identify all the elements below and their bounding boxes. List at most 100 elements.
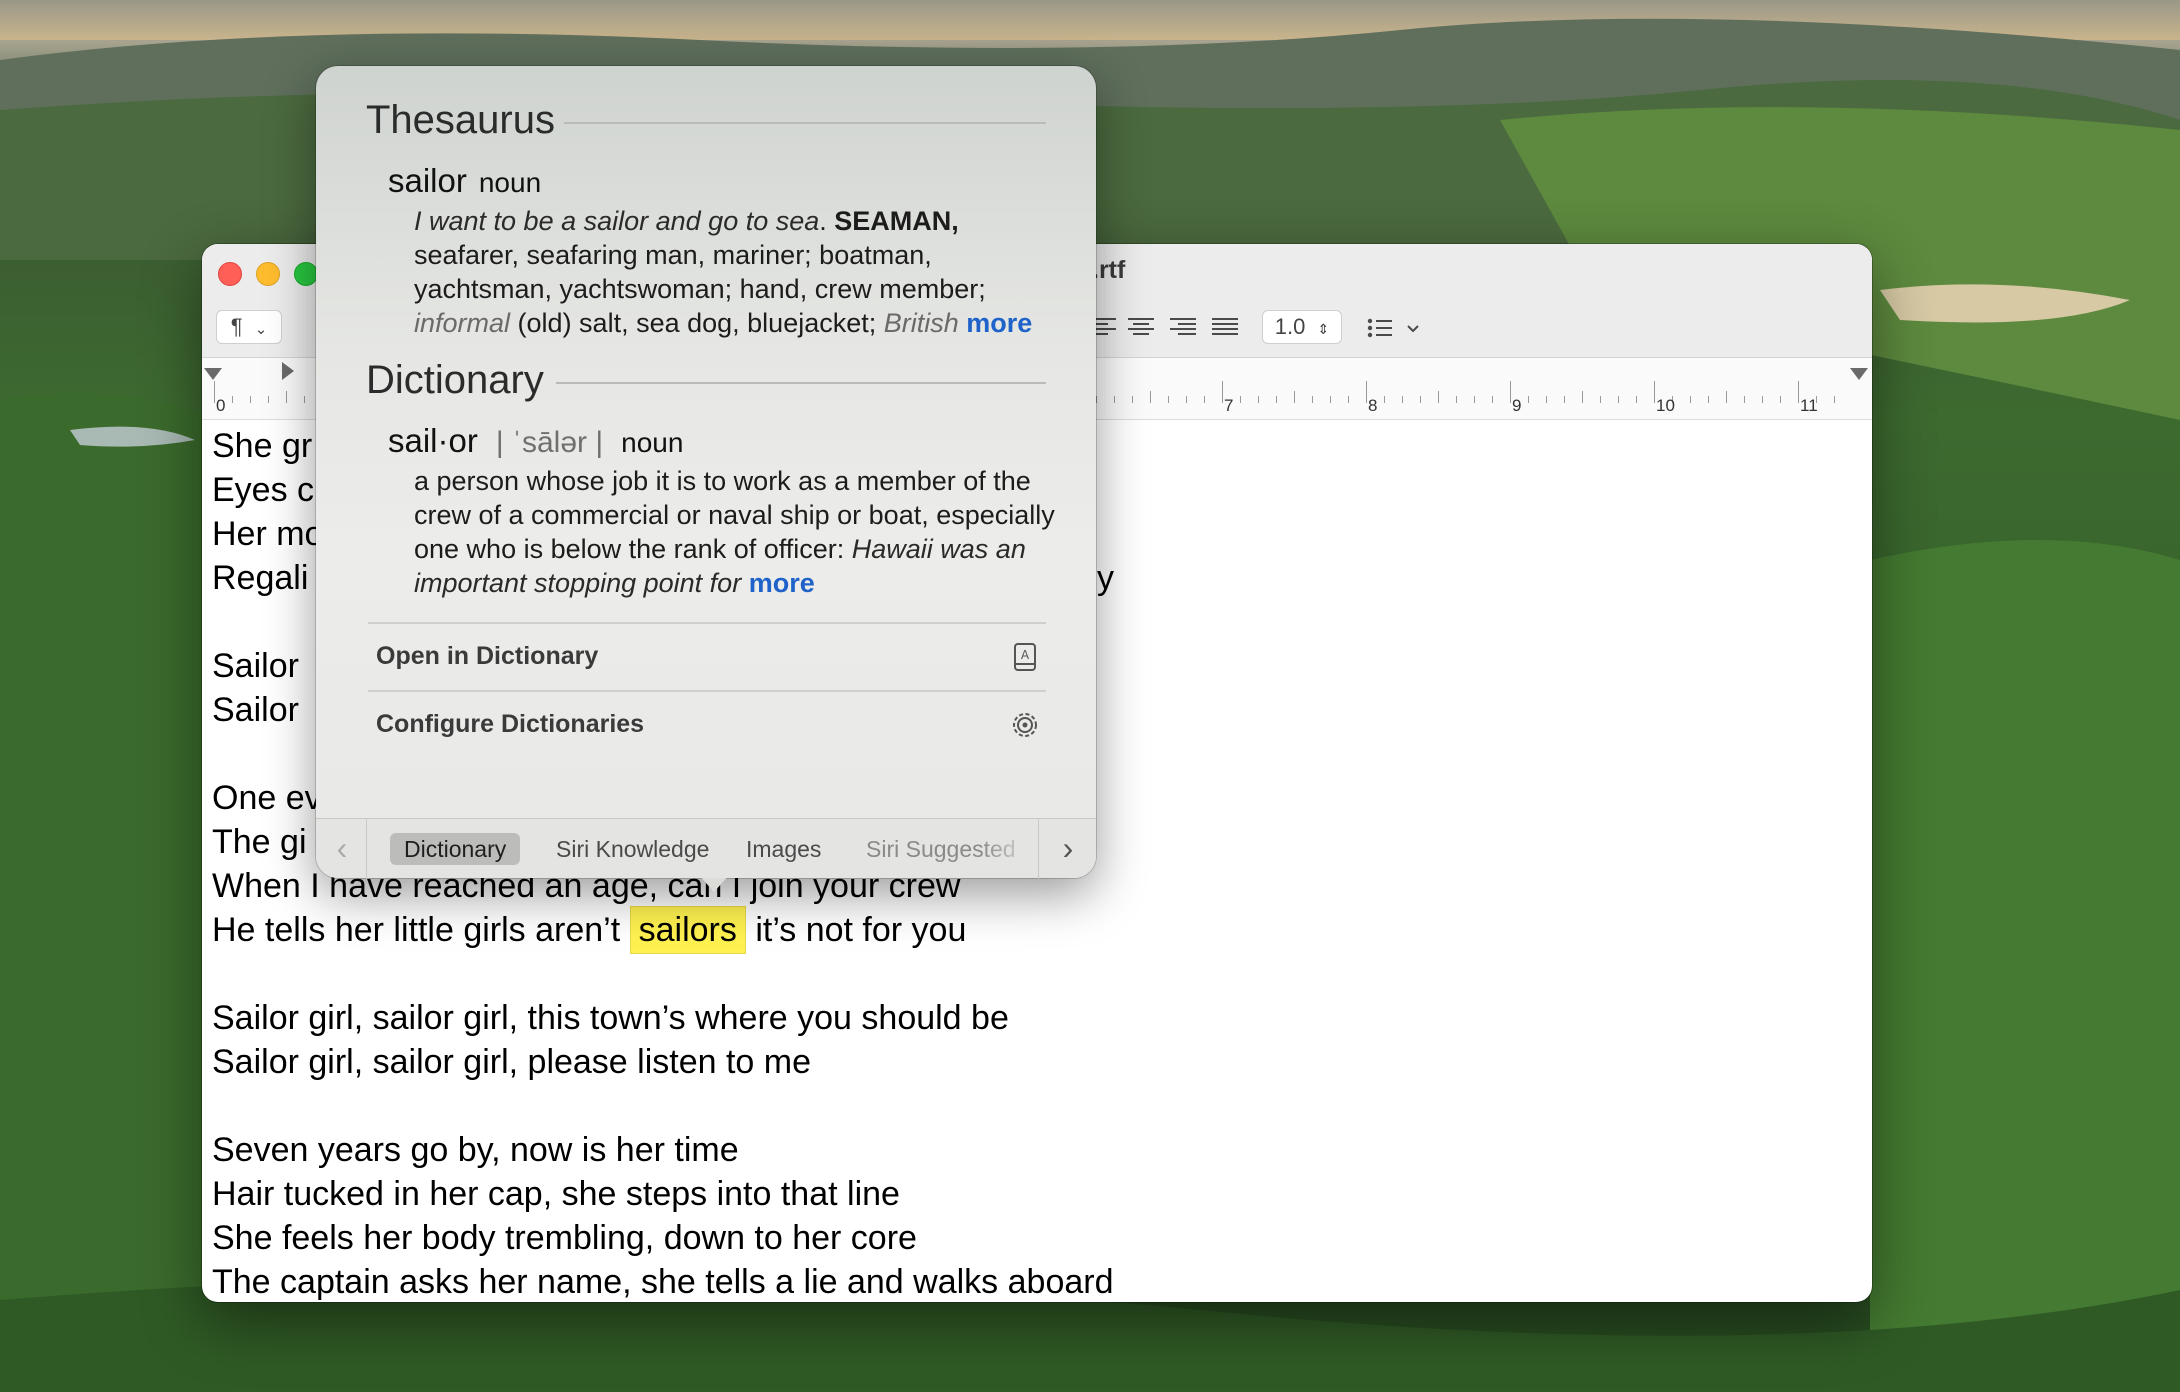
region-label: British [883, 308, 959, 338]
tab-siri-knowledge[interactable]: Siri Knowledge [542, 833, 723, 865]
text-line: Sailor girl, sailor girl, this town’s wh… [212, 999, 1009, 1037]
text-line: Hair tucked in her cap, she steps into t… [212, 1175, 900, 1213]
thesaurus-entry: I want to be a sailor and go to sea. SEA… [414, 206, 1033, 338]
ruler-tick [1780, 396, 1781, 403]
ruler-tick [1312, 396, 1313, 403]
ruler-tick [1636, 396, 1637, 403]
register-label: informal [414, 308, 511, 338]
highlighted-word[interactable]: sailors [629, 906, 746, 954]
zoom-button[interactable] [294, 262, 318, 286]
part-of-speech: noun [478, 167, 542, 198]
left-margin-marker[interactable] [282, 362, 294, 380]
dictionary-book-icon: A [1014, 643, 1036, 671]
tab-dictionary[interactable]: Dictionary [390, 833, 521, 865]
dictionary-more-link[interactable]: more [749, 568, 815, 598]
ruler-tick [1150, 391, 1151, 403]
paragraph-icon: ¶ [230, 314, 243, 339]
ruler-tick [232, 396, 233, 403]
text-after-highlight: it’s not for you [755, 911, 967, 949]
minimize-button[interactable] [256, 262, 280, 286]
section-divider [564, 122, 1046, 124]
align-right-icon[interactable] [1170, 315, 1196, 339]
svg-text:A: A [1021, 648, 1030, 662]
updown-chevron-icon: ⇕ [1317, 321, 1330, 337]
headword: sailor [388, 162, 467, 199]
justify-icon[interactable] [1212, 315, 1238, 339]
ruler-tick [304, 396, 305, 403]
ruler-tick [250, 396, 251, 403]
first-line-indent-marker[interactable] [204, 368, 222, 380]
line-spacing-stepper[interactable]: 1.0 ⇕ [1262, 310, 1342, 344]
right-margin-marker[interactable] [1850, 368, 1868, 380]
thesaurus-example: I want to be a sailor and go to sea [414, 206, 820, 236]
nav-divider [366, 819, 367, 879]
open-in-dictionary-label: Open in Dictionary [376, 642, 599, 670]
ruler-label: 10 [1656, 396, 1675, 415]
text-line: She feels her body trembling, down to he… [212, 1219, 917, 1257]
thesaurus-more-link[interactable]: more [966, 308, 1032, 338]
ruler-tick [1276, 396, 1277, 403]
ruler-tick [1618, 396, 1619, 403]
ruler-tick [1096, 396, 1097, 403]
chevron-right-icon[interactable]: › [1050, 831, 1086, 867]
ruler-tick [1528, 396, 1529, 403]
ruler-tick [1258, 396, 1259, 403]
ruler-tick [1708, 396, 1709, 403]
configure-dictionaries-row[interactable]: Configure Dictionaries [368, 690, 1046, 758]
ruler-tick [1654, 381, 1655, 403]
ruler-tick [1384, 396, 1385, 403]
ruler-tick [1546, 396, 1547, 403]
ruler-tick [1582, 391, 1583, 403]
ruler-label: 0 [216, 396, 226, 415]
ruler-tick [1132, 396, 1133, 403]
ruler-tick [1366, 381, 1367, 403]
nav-divider [1038, 819, 1039, 879]
ruler-label: 9 [1512, 396, 1522, 415]
open-in-dictionary-row[interactable]: Open in Dictionary A [368, 622, 1046, 690]
ruler-tick [1186, 396, 1187, 403]
part-of-speech: noun [621, 427, 684, 458]
dictionary-heading: Dictionary [366, 358, 544, 402]
thesaurus-main-synonym: SEAMAN, [834, 206, 959, 236]
tab-images[interactable]: Images [732, 833, 835, 865]
ruler-tick [1492, 396, 1493, 403]
ruler-label: 11 [1800, 396, 1818, 415]
ruler-tick [1834, 396, 1835, 403]
ruler-tick [1600, 396, 1601, 403]
ruler-tick [1798, 381, 1799, 403]
ruler-tick [1204, 396, 1205, 403]
headword: sail·or [388, 422, 478, 459]
list-style-popup[interactable] [1366, 316, 1426, 342]
ruler-tick [1222, 381, 1223, 403]
bullet-list-icon [1367, 318, 1419, 338]
ruler-tick [1330, 396, 1331, 403]
ruler-tick [1114, 396, 1115, 403]
close-button[interactable] [218, 262, 242, 286]
tab-siri-suggested[interactable]: Siri Suggested [852, 833, 1036, 865]
ruler-tick [1348, 396, 1349, 403]
dictionary-entry: a person whose job it is to work as a me… [414, 464, 1064, 600]
text-line [212, 1084, 1852, 1128]
pronunciation: | ˈsālər | [495, 426, 604, 459]
text-line [212, 952, 1852, 996]
chevron-left-icon[interactable]: ‹ [324, 831, 360, 867]
align-center-icon[interactable] [1128, 315, 1154, 339]
configure-dictionaries-label: Configure Dictionaries [376, 710, 645, 738]
lookup-popover: Thesaurus sailor noun I want to be a sail… [316, 66, 1096, 892]
paragraph-style-popup[interactable]: ¶ ⌄ [216, 310, 282, 344]
ruler-tick [1564, 396, 1565, 403]
thesaurus-heading: Thesaurus [366, 98, 555, 142]
gear-icon [1013, 713, 1037, 737]
source-tab-bar: ‹ Dictionary Siri Knowledge Images Siri … [316, 818, 1096, 879]
informal-synonyms: (old) salt, sea dog, bluejacket; [517, 308, 877, 338]
ruler-tick [1726, 391, 1727, 403]
ruler-tick [1510, 381, 1511, 403]
ruler-tick [1420, 396, 1421, 403]
text-before-highlight: He tells her little girls aren’t [212, 911, 621, 949]
text-line-content: Regali [212, 559, 309, 597]
ruler-tick [1762, 396, 1763, 403]
ruler-tick [1474, 396, 1475, 403]
ruler-tick [1294, 391, 1295, 403]
ruler-tick [1690, 396, 1691, 403]
ruler-tick [268, 396, 269, 403]
